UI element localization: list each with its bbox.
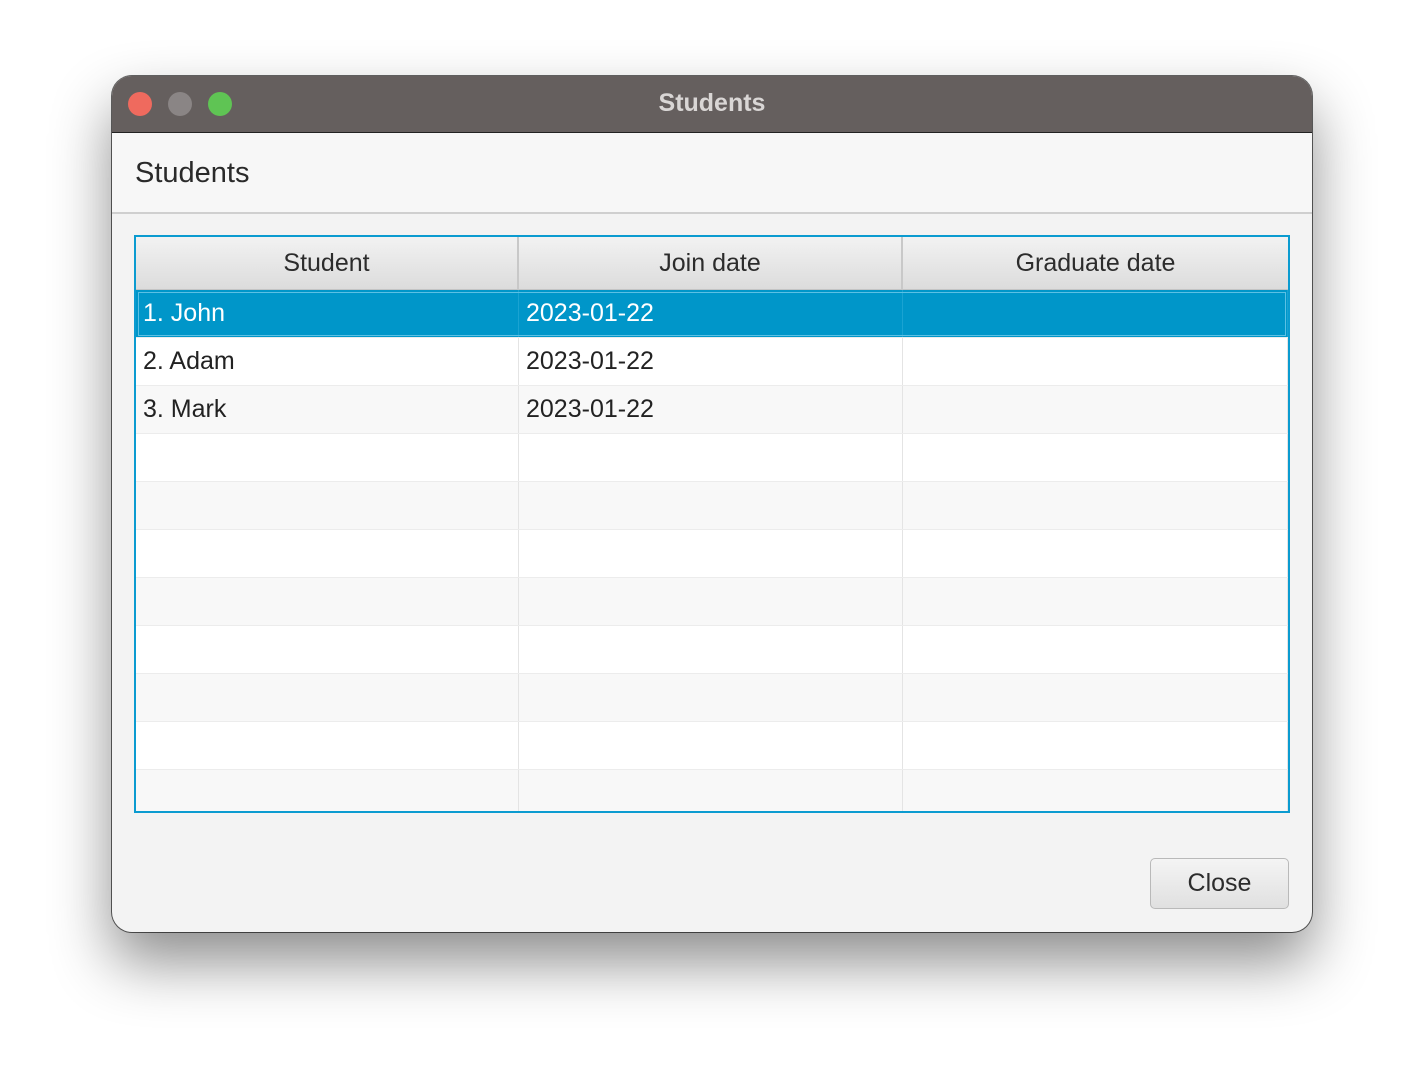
- students-window: Students Students Student Join date Grad…: [112, 76, 1312, 932]
- cell-graduate-date: [903, 386, 1288, 433]
- empty-row: [136, 530, 1288, 578]
- table-row[interactable]: 1. John 2023-01-22: [136, 290, 1288, 338]
- cell-join-date: 2023-01-22: [519, 386, 903, 433]
- table-body: 1. John 2023-01-22 2. Adam 2023-01-22 3.…: [136, 290, 1288, 811]
- column-header-student[interactable]: Student: [136, 237, 519, 289]
- column-header-graduate-date[interactable]: Graduate date: [903, 237, 1288, 289]
- table-header: Student Join date Graduate date: [136, 237, 1288, 290]
- cell-graduate-date: [903, 338, 1288, 385]
- empty-row: [136, 626, 1288, 674]
- dialog-header: Students: [112, 133, 1312, 214]
- empty-row: [136, 434, 1288, 482]
- table-row[interactable]: 2. Adam 2023-01-22: [136, 338, 1288, 386]
- cell-student: 3. Mark: [136, 386, 519, 433]
- cell-student: 2. Adam: [136, 338, 519, 385]
- column-header-join-date[interactable]: Join date: [519, 237, 903, 289]
- header-title: Students: [135, 157, 250, 189]
- empty-row: [136, 578, 1288, 626]
- close-button[interactable]: Close: [1150, 858, 1289, 909]
- cell-join-date: 2023-01-22: [519, 290, 903, 337]
- table-row[interactable]: 3. Mark 2023-01-22: [136, 386, 1288, 434]
- cell-student: 1. John: [136, 290, 519, 337]
- cell-graduate-date: [903, 290, 1288, 337]
- students-table[interactable]: Student Join date Graduate date 1. John …: [134, 235, 1290, 813]
- empty-row: [136, 674, 1288, 722]
- empty-row: [136, 722, 1288, 770]
- empty-row: [136, 482, 1288, 530]
- empty-row: [136, 770, 1288, 811]
- window-title: Students: [658, 89, 766, 117]
- cell-join-date: 2023-01-22: [519, 338, 903, 385]
- title-bar: Students: [112, 76, 1312, 133]
